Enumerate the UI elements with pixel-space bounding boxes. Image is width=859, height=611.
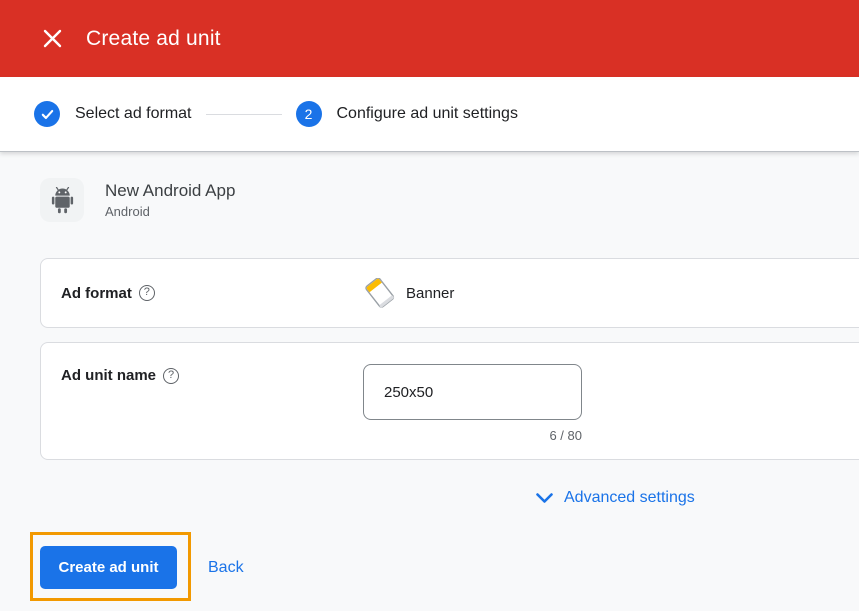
step2-number-indicator: 2 xyxy=(296,101,322,127)
ad-unit-name-label: Ad unit name xyxy=(61,367,156,384)
step1-completed-indicator xyxy=(34,101,60,127)
app-text-block: New Android App Android xyxy=(105,181,235,219)
banner-format-icon xyxy=(363,278,397,308)
advanced-settings-toggle[interactable]: Advanced settings xyxy=(536,489,695,507)
app-name: New Android App xyxy=(105,181,235,201)
step-select-ad-format[interactable]: Select ad format xyxy=(34,101,192,127)
ad-unit-name-label-col: Ad unit name ? xyxy=(41,343,363,384)
ad-format-label-col: Ad format ? xyxy=(41,285,363,302)
ad-format-label: Ad format xyxy=(61,285,132,302)
stepper-connector xyxy=(206,114,282,115)
close-button[interactable] xyxy=(38,25,66,53)
create-ad-unit-button[interactable]: Create ad unit xyxy=(40,546,177,589)
ad-unit-name-input-col: 6 / 80 xyxy=(363,343,582,443)
character-counter: 6 / 80 xyxy=(363,428,582,443)
ad-format-help-icon[interactable]: ? xyxy=(139,285,155,301)
close-icon xyxy=(43,29,62,48)
ad-unit-name-card: Ad unit name ? 6 / 80 xyxy=(40,342,859,460)
app-icon-container xyxy=(40,178,84,222)
app-platform: Android xyxy=(105,204,235,219)
app-info: New Android App Android xyxy=(40,178,235,222)
checkmark-icon xyxy=(40,107,55,122)
ad-unit-name-help-icon[interactable]: ? xyxy=(163,368,179,384)
android-robot-icon xyxy=(50,187,75,214)
advanced-settings-label: Advanced settings xyxy=(564,489,695,507)
create-ad-unit-dialog: Create ad unit Select ad format 2 Config… xyxy=(0,0,859,611)
back-link[interactable]: Back xyxy=(208,556,244,580)
ad-unit-name-input[interactable] xyxy=(363,364,582,420)
dialog-header: Create ad unit xyxy=(0,0,859,77)
step-configure-ad-unit-settings[interactable]: 2 Configure ad unit settings xyxy=(296,101,518,127)
ad-format-value: Banner xyxy=(363,278,454,308)
step2-number: 2 xyxy=(305,106,313,122)
stepper: Select ad format 2 Configure ad unit set… xyxy=(0,77,859,152)
dialog-title: Create ad unit xyxy=(86,27,221,51)
ad-format-card: Ad format ? Banner xyxy=(40,258,859,328)
chevron-down-icon xyxy=(536,493,553,504)
ad-format-value-text: Banner xyxy=(406,285,454,302)
step1-label: Select ad format xyxy=(75,105,192,123)
step2-label: Configure ad unit settings xyxy=(337,105,518,123)
